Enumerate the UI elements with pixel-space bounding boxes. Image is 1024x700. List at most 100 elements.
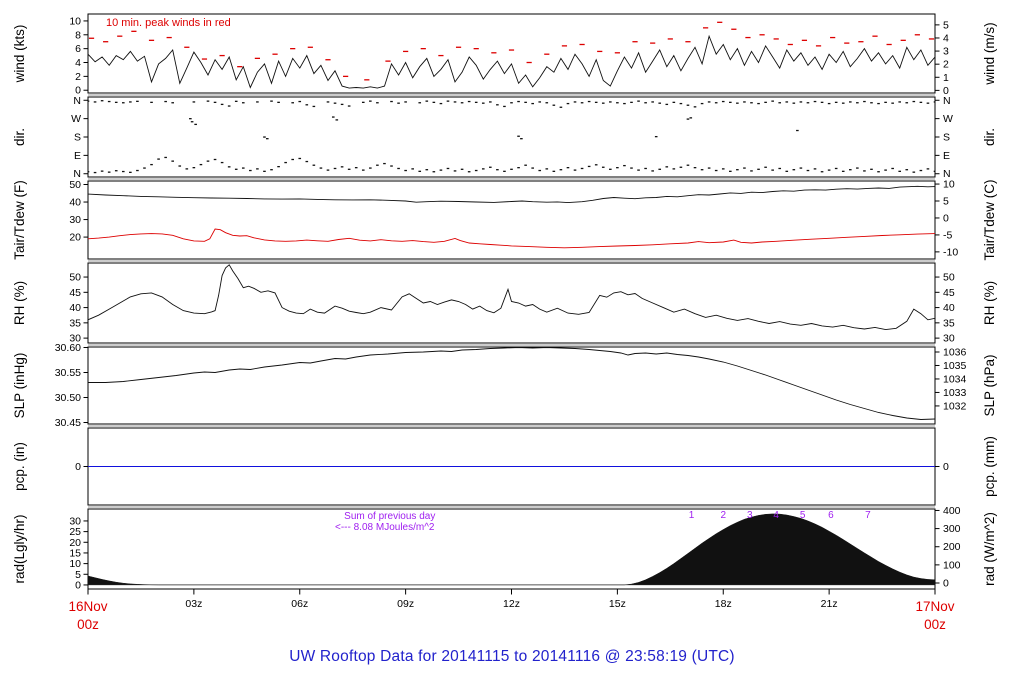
y-tick-label-right: 1034 xyxy=(943,373,967,385)
wind-direction-low-band-dot xyxy=(270,169,273,171)
wind-direction-outliers-dot xyxy=(689,117,693,119)
x-end-time: 00z xyxy=(924,617,946,632)
wind-direction-low-band-dot xyxy=(757,168,760,170)
wind-direction-low-band-dot xyxy=(813,168,817,170)
axis-title-left-slp: SLP (inHg) xyxy=(12,353,27,419)
wind-direction-low-band-dot xyxy=(354,167,358,169)
wind-direction-low-band-dot xyxy=(121,170,125,173)
y-tick-label-left: 50 xyxy=(69,272,81,284)
wind-direction-low-band-dot xyxy=(390,165,393,167)
wind-direction-low-band-dot xyxy=(651,170,654,172)
axis-title-right-dir: dir. xyxy=(982,128,997,146)
wind-direction-low-band-dot xyxy=(912,171,916,173)
wind-direction-low-band-dot xyxy=(206,160,210,162)
wind-direction-high-band-dot xyxy=(121,102,125,104)
y-tick-label-right: 100 xyxy=(943,559,961,571)
y-tick-label-right: 2 xyxy=(943,59,949,71)
wind-direction-high-band-dot xyxy=(771,100,774,102)
wind-direction-low-band-dot xyxy=(714,169,718,172)
wind-direction-high-band-dot xyxy=(256,101,259,103)
wind-direction-low-band-dot xyxy=(241,167,245,169)
wind-direction-high-band-dot xyxy=(898,101,902,103)
wind-direction-low-band-dot xyxy=(249,169,252,172)
wind-direction-low-band-dot xyxy=(658,168,662,170)
wind-direction-high-band-dot xyxy=(418,102,422,104)
wind-direction-low-band-dot xyxy=(213,158,217,161)
hour-mark-1: 1 xyxy=(689,510,695,521)
wind-direction-high-band-dot xyxy=(340,103,344,106)
axis-title-right-rad: rad (W/m^2) xyxy=(982,512,997,586)
wind-direction-low-band-dot xyxy=(446,167,450,170)
wind-direction-high-band-dot xyxy=(206,100,210,102)
y-tick-label-left: N xyxy=(73,95,81,107)
wind-direction-high-band-dot xyxy=(637,100,640,102)
wind-direction-high-band-dot xyxy=(616,102,619,104)
wind-direction-low-band-dot xyxy=(157,158,160,160)
wind-direction-high-band-dot xyxy=(227,105,231,107)
y-tick-label-right: 0 xyxy=(943,461,949,473)
y-tick-label-right: 40 xyxy=(943,302,955,314)
wind-direction-outliers-dot xyxy=(335,119,339,121)
x-tick-label: 21z xyxy=(821,598,838,610)
axis-title-left-temp: Tair/Tdew (F) xyxy=(12,180,27,260)
y-tick-label-right: 5 xyxy=(943,19,949,31)
wind-direction-low-band-dot xyxy=(234,168,238,170)
wind-direction-high-band-dot xyxy=(305,104,309,106)
x-tick-label: 03z xyxy=(185,598,202,610)
wind-direction-low-band-dot xyxy=(291,158,294,161)
wind-direction-high-band-dot xyxy=(580,102,584,104)
hour-mark-3: 3 xyxy=(747,510,753,521)
wind-direction-high-band-dot xyxy=(545,102,549,104)
panel-slp: 30.45 30.50 30.55 30.60 10321033 10341035 1036… xyxy=(12,342,997,429)
axis-title-left-wind: wind (kts) xyxy=(12,25,27,84)
wind-direction-high-band-dot xyxy=(397,102,400,104)
wind-direction-low-band-dot xyxy=(93,171,97,174)
chart-title: UW Rooftop Data for 20141115 to 20141116… xyxy=(289,648,735,665)
y-tick-label-right: E xyxy=(943,150,950,162)
wind-direction-low-band-dot xyxy=(898,170,902,172)
wind-direction-high-band-dot xyxy=(439,102,443,105)
wind-direction-high-band-dot xyxy=(347,105,351,107)
wind-direction-high-band-dot xyxy=(100,100,104,102)
wind-direction-high-band-dot xyxy=(856,102,859,104)
wind-direction-low-band-dot xyxy=(580,167,584,170)
wind-direction-high-band-dot xyxy=(665,103,669,106)
wind-direction-high-band-dot xyxy=(213,101,217,104)
meteogram-chart: 0246810012345wind (kts) wind (m/s)10 min.… xyxy=(12,13,997,632)
wind-direction-low-band-dot xyxy=(566,167,570,169)
wind-direction-low-band-dot xyxy=(729,170,732,172)
wind-direction-low-band-dot xyxy=(263,170,266,172)
panel-temp: 20 30 40 50 -10 -5 0 5 10 Tair/Tdew (F) Tair/Tdew … xyxy=(12,179,997,261)
hour-mark-5: 5 xyxy=(800,510,806,521)
x-tick-label: 12z xyxy=(503,598,520,610)
wind-direction-low-band-dot xyxy=(644,167,647,170)
wind-direction-low-band-dot xyxy=(319,167,323,169)
panel-pcp: 0 0 pcp. (in) pcp. (mm) xyxy=(12,427,997,506)
wind-direction-high-band-dot xyxy=(129,101,132,103)
y-tick-label-left: 20 xyxy=(69,537,81,549)
wind-direction-low-band-dot xyxy=(905,169,909,171)
wind-direction-outliers-dot xyxy=(265,138,269,140)
wind-direction-high-band-dot xyxy=(623,102,626,105)
wind-direction-low-band-dot xyxy=(841,170,845,172)
wind-direction-low-band-dot xyxy=(432,171,436,173)
wind-direction-low-band-dot xyxy=(594,164,598,166)
panel-temp-box xyxy=(87,180,936,260)
wind-direction-high-band-dot xyxy=(474,101,478,104)
y-tick-label-left: 30.60 xyxy=(55,342,81,354)
wind-direction-low-band-dot xyxy=(376,164,379,166)
wind-direction-high-band-dot xyxy=(926,102,930,104)
wind-direction-high-band-dot xyxy=(743,101,746,103)
y-tick-label-left: 8 xyxy=(75,29,81,41)
wind-direction-high-band-dot xyxy=(150,101,153,104)
wind-direction-high-band-dot xyxy=(792,102,796,104)
wind-direction-low-band-dot xyxy=(129,171,132,174)
wind-direction-high-band-dot xyxy=(390,100,393,103)
wind-direction-low-band-dot xyxy=(764,166,767,168)
wind-direction-high-band-dot xyxy=(686,104,690,106)
wind-direction-high-band-dot xyxy=(453,101,457,103)
wind-direction-outliers-dot xyxy=(189,118,192,120)
wind-direction-low-band-dot xyxy=(601,166,605,168)
wind-direction-high-band-dot xyxy=(764,101,767,104)
x-tick-label: 06z xyxy=(291,598,308,610)
